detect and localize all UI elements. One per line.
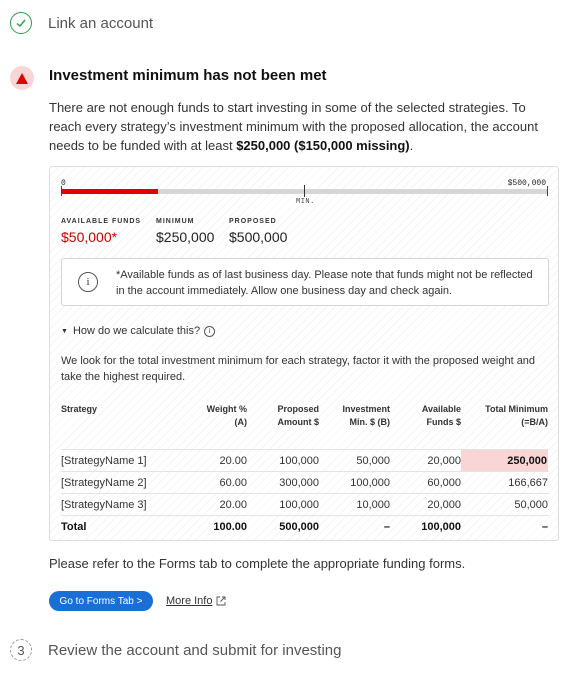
calc-toggle[interactable]: ▼ How do we calculate this? i: [61, 325, 216, 337]
table-header: Strategy Weight % (A) Proposed Amount $ Inves…: [61, 403, 549, 449]
table-cell: 20,000: [427, 454, 461, 467]
caret-down-icon: ▼: [61, 327, 68, 335]
table-cell: 100,000: [421, 520, 461, 533]
info-icon[interactable]: i: [204, 325, 216, 337]
table-cell: 60.00: [219, 476, 247, 489]
table-row: [StrategyName 1] 20.00 100,000 50,000 20,000…: [61, 449, 549, 471]
table-cell: [StrategyName 2]: [61, 476, 147, 489]
table-cell: 20.00: [219, 454, 247, 467]
go-to-forms-button[interactable]: Go to Forms Tab >: [49, 591, 153, 611]
stat-available-funds: AVAILABLE FUNDS $50,000*: [61, 218, 142, 245]
info-icon: i: [78, 272, 98, 292]
column-header: Total Minimum (=B/A): [485, 404, 548, 427]
scale-max-label: $500,000: [507, 179, 546, 188]
table-cell: Total: [61, 520, 87, 533]
external-link-icon: [217, 596, 226, 606]
table-cell: –: [383, 520, 390, 533]
strategy-table: Strategy Weight % (A) Proposed Amount $ Inves…: [61, 403, 549, 537]
more-info-link[interactable]: More Info: [166, 595, 226, 607]
forms-instruction: Please refer to the Forms tab to complet…: [49, 556, 466, 571]
table-cell: [StrategyName 3]: [61, 498, 147, 511]
warning-icon: [10, 66, 34, 90]
table-cell: 166,667: [508, 476, 548, 489]
table-total-row: Total 100.00 500,000 – 100,000 –: [61, 515, 549, 537]
note-text: *Available funds as of last business day…: [116, 269, 533, 297]
table-cell: 250,000: [461, 450, 549, 471]
stat-proposed: PROPOSED $500,000: [229, 218, 288, 245]
column-header: Strategy: [61, 404, 98, 414]
step-review-submit[interactable]: 3 Review the account and submit for inve…: [10, 639, 342, 661]
table-cell: [StrategyName 1]: [61, 454, 147, 467]
table-cell: 10,000: [356, 498, 390, 511]
minimum-marker-label: MIN.: [296, 198, 315, 206]
table-row: [StrategyName 3] 20.00 100,000 10,000 20,000…: [61, 493, 549, 515]
minimum-value: $250,000: [156, 229, 215, 245]
warning-text: There are not enough funds to start inve…: [49, 100, 538, 153]
available-funds-note: i *Available funds as of last business d…: [61, 258, 549, 306]
warning-title: Investment minimum has not been met: [49, 67, 327, 84]
proposed-value: $500,000: [229, 229, 288, 245]
available-funds-value: $50,000*: [61, 229, 118, 245]
table-row: [StrategyName 2] 60.00 300,000 100,000 60,00…: [61, 471, 549, 493]
step-label: Review the account and submit for invest…: [48, 641, 342, 659]
column-header: Available Funds $: [421, 404, 461, 427]
minimum-marker: [304, 185, 305, 197]
table-cell: 100,000: [279, 454, 319, 467]
column-header: Proposed Amount $: [277, 404, 319, 427]
table-cell: 500,000: [279, 520, 319, 533]
table-cell: 100,000: [350, 476, 390, 489]
table-cell: 20,000: [427, 498, 461, 511]
column-header: Investment Min. $ (B): [342, 404, 390, 427]
table-cell: 50,000: [514, 498, 548, 511]
check-icon: [10, 12, 32, 34]
scale-start-tick: [61, 186, 62, 196]
stat-minimum: MINIMUM $250,000: [156, 218, 215, 245]
table-cell: 300,000: [279, 476, 319, 489]
table-cell: 50,000: [356, 454, 390, 467]
column-header: Weight % (A): [206, 404, 247, 427]
funding-panel: 0 $500,000 MIN. AVAILABLE FUNDS $50,000*…: [49, 166, 559, 541]
funding-required: $250,000 ($150,000 missing): [236, 138, 410, 153]
table-cell: 100.00: [213, 520, 247, 533]
table-cell: 60,000: [427, 476, 461, 489]
highest-minimum-cell: 250,000: [461, 450, 548, 471]
calc-description: We look for the total investment minimum…: [61, 355, 536, 383]
table-cell: 20.00: [219, 498, 247, 511]
table-cell: 100,000: [279, 498, 319, 511]
scale-end-tick: [547, 186, 548, 196]
step-number-badge: 3: [10, 639, 32, 661]
table-cell: –: [541, 520, 548, 533]
calc-toggle-label: How do we calculate this?: [72, 325, 201, 337]
step-link-account[interactable]: Link an account: [10, 12, 153, 34]
available-funds-fill: [61, 189, 159, 194]
step-label: Link an account: [48, 14, 154, 32]
